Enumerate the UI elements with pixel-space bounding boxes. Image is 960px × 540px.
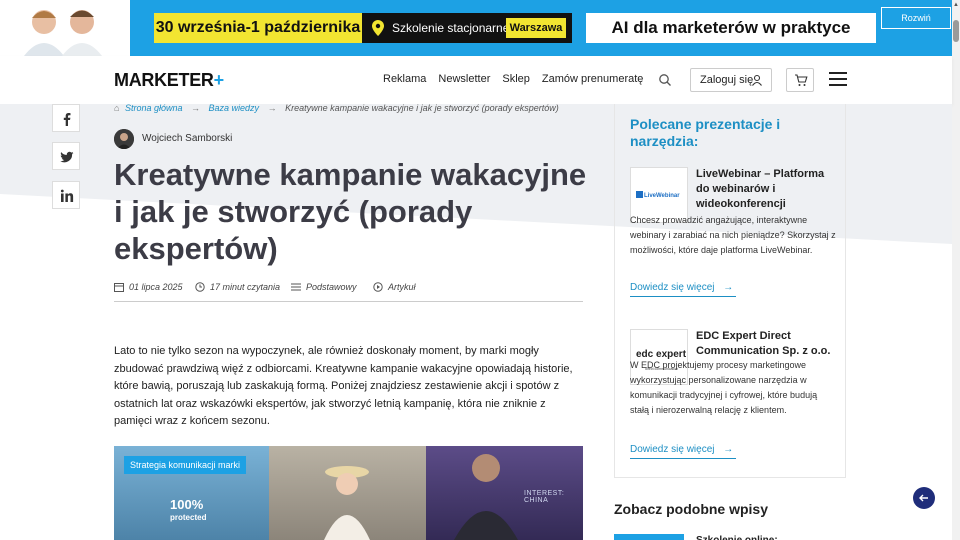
similar-post-thumbnail[interactable]	[614, 534, 684, 540]
banner-training-label: Szkolenie stacjonarne	[392, 21, 510, 35]
meta-level: Podstawowy	[291, 282, 357, 292]
arrow-right-icon: →	[723, 282, 734, 293]
similar-post-title[interactable]: Szkolenie online:	[696, 534, 778, 540]
site-logo[interactable]: MARKETER+	[114, 70, 224, 91]
svg-text:LiveWebinar: LiveWebinar	[644, 193, 680, 199]
scroll-up-icon[interactable]: ▲	[953, 2, 959, 8]
breadcrumb-arrow-icon: →	[191, 103, 201, 113]
article-hero-image: Strategia komunikacji marki 100% protecte…	[114, 446, 583, 540]
scrollbar-thumb[interactable]	[953, 20, 959, 42]
cart-button[interactable]	[786, 68, 814, 92]
article-author[interactable]: Wojciech Samborski	[114, 129, 232, 149]
nav-newsletter[interactable]: Newsletter	[438, 73, 490, 85]
breadcrumb: ⌂ Strona główna → Baza wiedzy → Kreatywn…	[114, 103, 559, 113]
breadcrumb-current: Kreatywne kampanie wakacyjne i jak je st…	[285, 103, 559, 113]
edc-desc: W EDC projektujemy procesy marketingowe …	[630, 360, 818, 415]
livewebinar-name[interactable]: LiveWebinar – Platforma do webinarów i w…	[696, 167, 836, 212]
speakers-photo	[24, 10, 102, 56]
meta-type: Artykuł	[373, 282, 416, 292]
hero-interest-text: INTEREST: CHINA	[524, 490, 565, 504]
banner-city: Warszawa	[506, 18, 566, 38]
hamburger-menu-icon[interactable]	[829, 72, 847, 86]
play-circle-icon	[373, 282, 383, 292]
breadcrumb-arrow-icon: →	[267, 103, 277, 113]
share-linkedin-button[interactable]	[52, 181, 80, 209]
sidebar-title: Polecane prezentacje i narzędzia:	[630, 116, 781, 149]
breadcrumb-home[interactable]: Strona główna	[125, 103, 183, 113]
hero-panel-woman	[269, 446, 426, 540]
breadcrumb-section[interactable]: Baza wiedzy	[209, 103, 260, 113]
site-header: MARKETER+ Reklama Newsletter Sklep Zamów…	[0, 56, 952, 104]
level-icon	[291, 283, 301, 291]
twitter-icon	[60, 151, 74, 163]
banner-expand-button[interactable]: Rozwiń	[881, 7, 951, 29]
nav-sklep[interactable]: Sklep	[502, 73, 530, 85]
cart-icon	[795, 74, 808, 86]
share-twitter-button[interactable]	[52, 142, 80, 170]
home-icon: ⌂	[114, 103, 120, 113]
hero-protected-text: 100% protected	[170, 497, 207, 522]
facebook-icon	[63, 113, 71, 126]
user-icon	[752, 74, 762, 86]
back-button[interactable]	[913, 487, 935, 509]
page-scrollbar[interactable]: ▲	[952, 0, 960, 540]
arrow-left-icon	[919, 494, 928, 502]
livewebinar-more-link[interactable]: Dowiedz się więcej →	[630, 282, 736, 297]
similar-posts-title: Zobacz podobne wpisy	[614, 501, 769, 517]
author-avatar	[114, 129, 134, 149]
edc-more-link[interactable]: Dowiedz się więcej →	[630, 444, 736, 459]
nav-prenumerata[interactable]: Zamów prenumeratę	[542, 73, 644, 85]
clock-icon	[195, 282, 205, 292]
hero-woman-illustration	[324, 466, 370, 540]
livewebinar-desc: Chcesz prowadzić angażujące, interaktywn…	[630, 215, 836, 255]
share-facebook-button[interactable]	[52, 104, 80, 132]
banner-headline: AI dla marketerów w praktyce	[586, 13, 876, 43]
meta-read-time: 17 minut czytania	[195, 282, 280, 292]
article-title: Kreatywne kampanie wakacyjne i jak je st…	[114, 157, 587, 266]
login-button[interactable]: Zaloguj się	[690, 68, 772, 92]
banner-date: 30 września-1 października	[154, 13, 362, 43]
linkedin-icon	[60, 189, 74, 202]
nav-reklama[interactable]: Reklama	[383, 73, 426, 85]
main-nav: Reklama Newsletter Sklep Zamów prenumera…	[383, 73, 655, 85]
top-banner-ad[interactable]: 30 września-1 października Szkolenie sta…	[0, 0, 960, 56]
edc-name[interactable]: EDC Expert Direct Communication Sp. z o.…	[696, 329, 836, 359]
article-lead: Lato to nie tylko sezon na wypoczynek, a…	[114, 345, 573, 427]
article-meta: 01 lipca 2025 17 minut czytania Podstawo…	[114, 282, 583, 302]
calendar-icon	[114, 283, 124, 292]
login-label: Zaloguj się	[700, 74, 754, 86]
meta-date: 01 lipca 2025	[114, 282, 183, 292]
author-name: Wojciech Samborski	[142, 133, 233, 144]
category-tag[interactable]: Strategia komunikacji marki	[124, 456, 247, 474]
search-icon[interactable]	[658, 73, 672, 87]
arrow-right-icon: →	[723, 444, 734, 455]
location-pin-icon	[372, 20, 384, 36]
